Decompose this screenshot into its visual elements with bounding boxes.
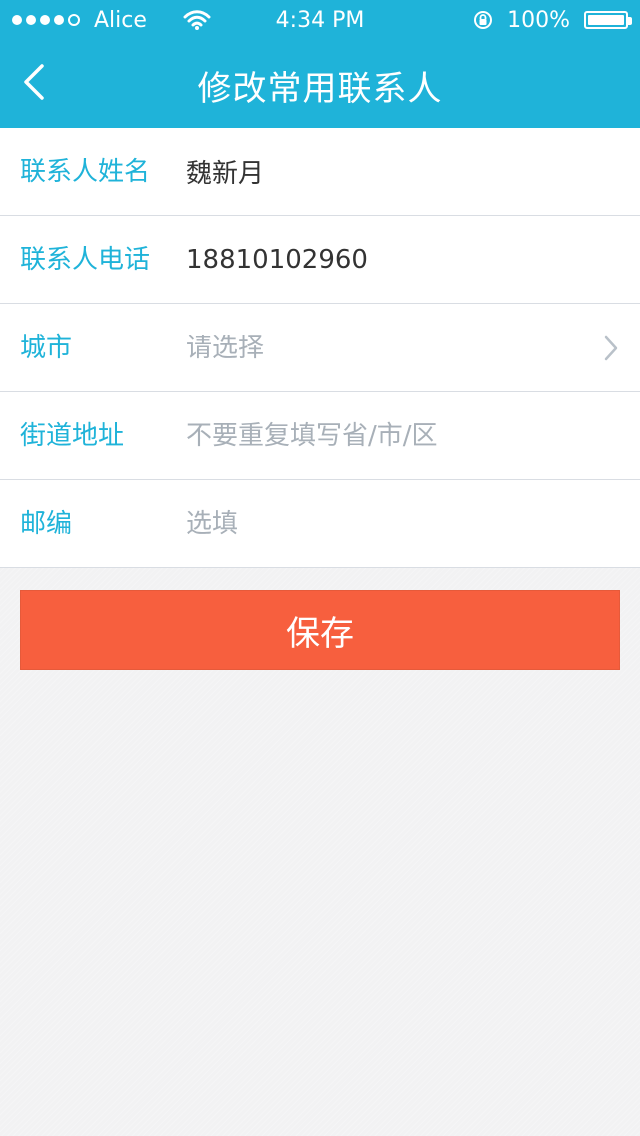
top-bar: Alice 4:34 PM 100% 修改常用联系人 — [0, 0, 640, 128]
form-row-postcode: 邮编 — [0, 480, 640, 568]
navigation-bar: 修改常用联系人 — [0, 40, 640, 128]
signal-strength — [12, 14, 80, 26]
city-label: 城市 — [20, 332, 73, 363]
orientation-lock-icon — [474, 11, 493, 29]
phone-input[interactable] — [186, 244, 620, 275]
form-row-phone: 联系人电话 — [0, 216, 640, 304]
save-button[interactable]: 保存 — [20, 590, 620, 670]
back-button[interactable] — [10, 58, 56, 106]
form-row-name: 联系人姓名 — [0, 128, 640, 216]
form-row-address: 街道地址 — [0, 392, 640, 480]
signal-dot — [54, 15, 64, 25]
wifi-icon — [183, 10, 211, 30]
signal-dot — [12, 15, 22, 25]
page-title: 修改常用联系人 — [197, 68, 443, 109]
status-bar: Alice 4:34 PM 100% — [0, 0, 640, 40]
battery-fill — [588, 15, 624, 25]
battery-icon — [584, 11, 632, 29]
address-label: 街道地址 — [20, 420, 125, 451]
carrier-name: Alice — [94, 7, 147, 33]
save-wrapper: 保存 — [0, 568, 640, 670]
battery-percent: 100% — [507, 7, 570, 33]
postcode-field[interactable] — [186, 508, 620, 539]
postcode-label: 邮编 — [20, 508, 73, 539]
phone-label: 联系人电话 — [20, 244, 151, 275]
signal-dot — [26, 15, 36, 25]
chevron-left-icon — [24, 64, 44, 100]
form-row-city[interactable]: 城市 请选择 — [0, 304, 640, 392]
address-input[interactable] — [186, 420, 620, 451]
city-select-placeholder[interactable]: 请选择 — [186, 335, 620, 361]
time-text: 4:34 PM — [275, 7, 365, 33]
address-field[interactable] — [186, 420, 620, 451]
signal-dot — [40, 15, 50, 25]
name-label: 联系人姓名 — [20, 156, 151, 187]
chevron-right-icon — [604, 335, 618, 360]
status-right: 100% — [473, 7, 632, 33]
contact-form: 联系人姓名 联系人电话 城市 请选择 街道地址 邮编 — [0, 128, 640, 568]
phone-field[interactable] — [186, 244, 620, 275]
name-field[interactable] — [186, 156, 620, 187]
status-left: Alice — [12, 8, 211, 33]
name-input[interactable] — [186, 156, 620, 187]
app: Alice 4:34 PM 100% 修改常用联系人 联系人姓名 魏新月 联系人… — [0, 0, 640, 1136]
postcode-input[interactable] — [186, 508, 620, 539]
signal-dot — [68, 14, 80, 26]
